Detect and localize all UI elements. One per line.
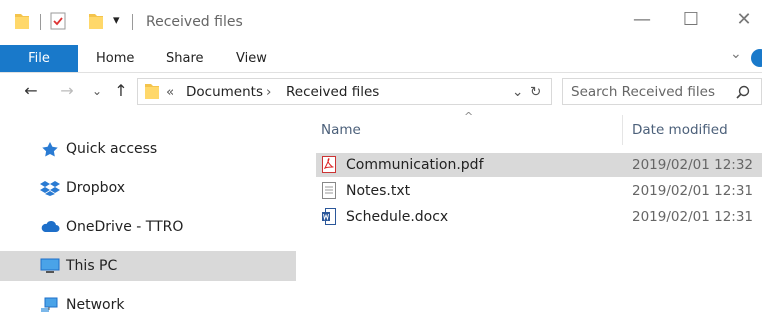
column-header-date-modified[interactable]: Date modified [632, 122, 728, 138]
address-dropdown-button[interactable]: ⌄ [512, 84, 523, 100]
minimize-button[interactable]: — [632, 10, 652, 30]
sidebar-item-label: Dropbox [66, 180, 125, 196]
file-date-modified: 2019/02/01 12:32 [632, 157, 754, 173]
new-folder-icon[interactable] [88, 12, 104, 30]
file-date-modified: 2019/02/01 12:31 [632, 183, 754, 199]
refresh-button[interactable]: ↻ [530, 84, 541, 100]
file-date-modified: 2019/02/01 12:31 [632, 209, 754, 225]
tab-file[interactable]: File [0, 45, 78, 72]
column-divider[interactable] [622, 115, 623, 145]
tab-view[interactable]: View [236, 45, 267, 72]
tab-share[interactable]: Share [166, 45, 204, 72]
sidebar-item-network[interactable]: Network [0, 290, 296, 320]
star-icon [42, 142, 58, 157]
monitor-icon [40, 258, 60, 273]
word-doc-icon [322, 208, 336, 225]
up-button[interactable]: ↑ [112, 80, 130, 102]
back-button[interactable]: ← [22, 80, 40, 102]
breadcrumb-received-files[interactable]: Received files [286, 84, 379, 100]
sort-indicator: ^ [464, 110, 474, 123]
sidebar-item-onedrive[interactable]: OneDrive - TTRO [0, 212, 296, 242]
sidebar-item-label: Network [66, 297, 125, 313]
maximize-button[interactable]: ☐ [681, 10, 701, 30]
pdf-icon [322, 156, 336, 173]
properties-icon[interactable] [50, 12, 66, 30]
file-row-notes[interactable]: Notes.txt 2019/02/01 12:31 [316, 179, 762, 203]
cloud-icon [41, 220, 60, 232]
recent-locations-button[interactable]: ⌄ [88, 80, 106, 102]
sidebar-item-label: This PC [66, 258, 118, 274]
breadcrumb-separator: › [266, 84, 272, 100]
column-header-name[interactable]: Name [321, 122, 361, 138]
toolbar-separator [132, 14, 133, 30]
breadcrumb-documents[interactable]: Documents [186, 84, 263, 100]
file-name: Schedule.docx [346, 209, 449, 225]
sidebar-item-label: OneDrive - TTRO [66, 219, 184, 235]
sidebar-item-quick-access[interactable]: Quick access [0, 134, 296, 164]
forward-button[interactable]: → [58, 80, 76, 102]
dropbox-icon [40, 181, 60, 196]
quick-access-dropdown[interactable]: ▾ [113, 13, 120, 28]
file-name: Communication.pdf [346, 157, 484, 173]
sidebar-item-dropbox[interactable]: Dropbox [0, 173, 296, 203]
file-row-schedule[interactable]: Schedule.docx 2019/02/01 12:31 [316, 205, 762, 229]
folder-icon [15, 14, 29, 29]
sidebar-item-label: Quick access [66, 141, 158, 157]
tab-home[interactable]: Home [96, 45, 134, 72]
help-icon[interactable] [751, 49, 762, 67]
search-input[interactable]: Search Received files [571, 84, 715, 100]
text-file-icon [322, 182, 336, 199]
window-title: Received files [146, 14, 243, 30]
file-row-communication[interactable]: Communication.pdf 2019/02/01 12:32 [316, 153, 762, 177]
breadcrumb-overflow[interactable]: « [166, 84, 174, 100]
file-name: Notes.txt [346, 183, 411, 199]
sidebar-item-this-pc[interactable]: This PC [0, 251, 296, 281]
ribbon-expand-button[interactable]: ⌄ [730, 46, 742, 62]
search-icon[interactable] [736, 85, 750, 99]
network-icon [41, 297, 58, 312]
toolbar-separator [40, 14, 41, 30]
close-button[interactable]: ✕ [734, 10, 754, 30]
folder-icon [145, 84, 159, 99]
